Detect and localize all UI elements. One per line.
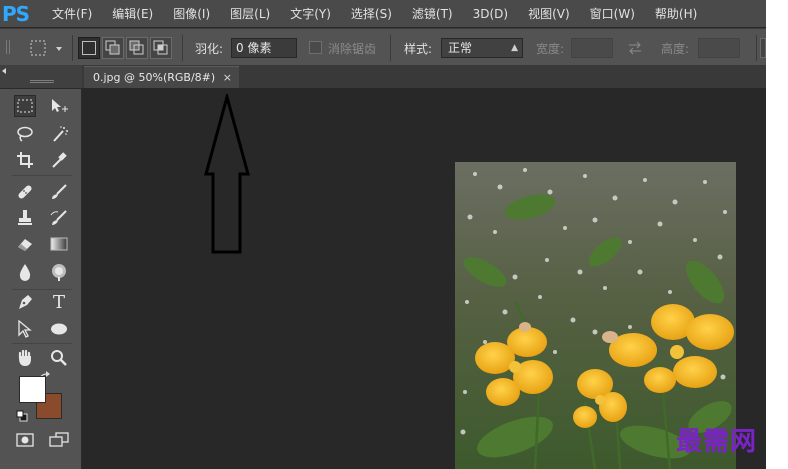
clone-stamp-icon[interactable] bbox=[14, 207, 36, 229]
menu-filter[interactable]: 滤镜(T) bbox=[412, 5, 453, 22]
intersect-selection-icon bbox=[153, 40, 168, 55]
canvas-area[interactable] bbox=[82, 89, 766, 469]
menu-layer[interactable]: 图层(L) bbox=[230, 5, 270, 22]
style-select[interactable]: 正常 ▲ bbox=[441, 38, 523, 58]
magic-wand-icon[interactable] bbox=[48, 123, 70, 145]
menu-view[interactable]: 视图(V) bbox=[528, 5, 570, 22]
width-label: 宽度: bbox=[536, 42, 565, 56]
watermark: 最需网 bbox=[676, 427, 758, 457]
menu-select[interactable]: 选择(S) bbox=[351, 5, 392, 22]
feather-input[interactable]: 0 像素 bbox=[231, 38, 297, 58]
toolbox-header[interactable] bbox=[0, 65, 82, 89]
style-label: 样式: bbox=[404, 42, 433, 56]
grip-handle[interactable] bbox=[4, 39, 12, 55]
document-tab-title: 0.jpg @ 50%(RGB/8#) bbox=[93, 71, 216, 84]
new-selection-icon bbox=[82, 41, 96, 55]
menu-image[interactable]: 图像(I) bbox=[173, 5, 210, 22]
toolbox-divider bbox=[12, 343, 72, 344]
subtract-selection-button[interactable] bbox=[126, 37, 148, 59]
quick-mask-icon[interactable] bbox=[14, 429, 36, 451]
eraser-icon[interactable] bbox=[14, 233, 36, 255]
app-logo: PS bbox=[2, 1, 30, 26]
refine-edge-button[interactable] bbox=[760, 38, 766, 58]
close-tab-icon[interactable]: × bbox=[223, 67, 232, 88]
photoshop-window: PS 文件(F) 编辑(E) 图像(I) 图层(L) 文字(Y) 选择(S) 滤… bbox=[0, 0, 766, 469]
toolbox: T bbox=[0, 89, 82, 469]
spot-healing-icon[interactable] bbox=[14, 181, 36, 203]
document-tab[interactable]: 0.jpg @ 50%(RGB/8#) × bbox=[84, 66, 239, 88]
options-divider bbox=[390, 35, 391, 61]
updown-arrow-icon: ▲ bbox=[511, 43, 518, 53]
menu-file[interactable]: 文件(F) bbox=[52, 5, 92, 22]
move-icon[interactable] bbox=[48, 95, 70, 117]
menu-type[interactable]: 文字(Y) bbox=[290, 5, 331, 22]
zoom-icon[interactable] bbox=[48, 347, 70, 369]
toolbox-divider bbox=[12, 175, 72, 176]
toolbox-divider bbox=[12, 289, 72, 290]
intersect-selection-button[interactable] bbox=[150, 37, 172, 59]
menu-bar: PS 文件(F) 编辑(E) 图像(I) 图层(L) 文字(Y) 选择(S) 滤… bbox=[0, 0, 766, 27]
height-label: 高度: bbox=[661, 42, 690, 56]
menu-3d[interactable]: 3D(D) bbox=[473, 7, 508, 21]
crop-icon[interactable] bbox=[14, 149, 36, 171]
type-icon[interactable]: T bbox=[48, 291, 70, 313]
annotation-arrow-icon bbox=[204, 94, 250, 254]
foreground-color-swatch[interactable] bbox=[19, 376, 46, 403]
new-selection-button[interactable] bbox=[78, 37, 100, 59]
options-divider bbox=[72, 35, 73, 61]
blur-icon[interactable] bbox=[14, 261, 36, 283]
default-colors-icon[interactable] bbox=[16, 407, 28, 422]
swap-dimensions-icon[interactable] bbox=[627, 40, 643, 55]
lasso-icon[interactable] bbox=[14, 123, 36, 145]
antialias-label: 消除锯齿 bbox=[328, 42, 377, 56]
gradient-icon[interactable] bbox=[48, 233, 70, 255]
dodge-icon[interactable] bbox=[48, 261, 70, 283]
eyedropper-icon[interactable] bbox=[48, 149, 70, 171]
screen-mode-icon[interactable] bbox=[48, 429, 70, 451]
add-to-selection-button[interactable] bbox=[102, 37, 124, 59]
history-brush-icon[interactable] bbox=[48, 207, 70, 229]
width-input[interactable] bbox=[571, 38, 613, 58]
options-divider bbox=[182, 35, 183, 61]
options-divider bbox=[756, 35, 757, 61]
ellipse-icon[interactable] bbox=[48, 318, 70, 340]
rectangular-marquee-icon[interactable] bbox=[14, 95, 36, 117]
feather-label: 羽化: bbox=[195, 42, 224, 56]
subtract-selection-icon bbox=[129, 40, 144, 55]
options-bar: 羽化: 0 像素 消除锯齿 样式: 正常 ▲ 宽度: 高度: bbox=[0, 28, 766, 66]
menu-window[interactable]: 窗口(W) bbox=[590, 5, 635, 22]
menu-help[interactable]: 帮助(H) bbox=[655, 5, 697, 22]
hand-icon[interactable] bbox=[14, 347, 36, 369]
style-select-value: 正常 bbox=[448, 41, 473, 55]
tool-preset-picker[interactable] bbox=[28, 37, 68, 59]
add-selection-icon bbox=[105, 40, 120, 55]
path-selection-icon[interactable] bbox=[14, 318, 36, 340]
type-tool-glyph: T bbox=[52, 291, 65, 313]
height-input[interactable] bbox=[698, 38, 740, 58]
pen-icon[interactable] bbox=[14, 291, 36, 313]
brush-icon[interactable] bbox=[48, 181, 70, 203]
menu-edit[interactable]: 编辑(E) bbox=[112, 5, 153, 22]
antialias-checkbox[interactable] bbox=[309, 41, 322, 54]
